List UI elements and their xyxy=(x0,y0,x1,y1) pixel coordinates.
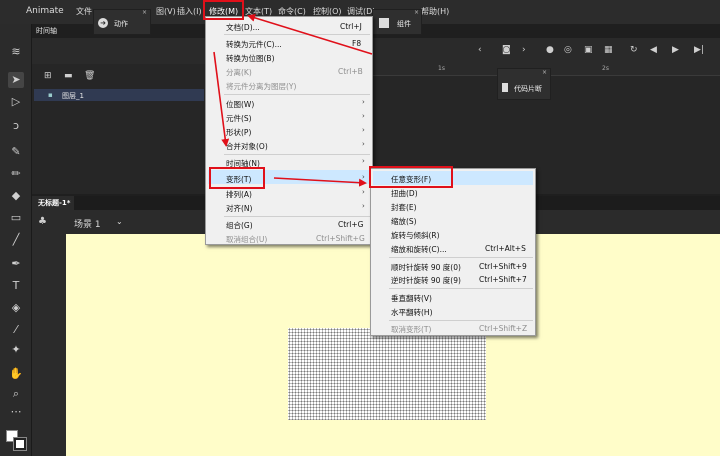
annotation-arrow-to-modify xyxy=(247,13,373,55)
annotation-arrow-down xyxy=(213,51,230,147)
annotation-arrows xyxy=(213,13,373,187)
annotation-arrow-to-submenu xyxy=(273,177,367,187)
